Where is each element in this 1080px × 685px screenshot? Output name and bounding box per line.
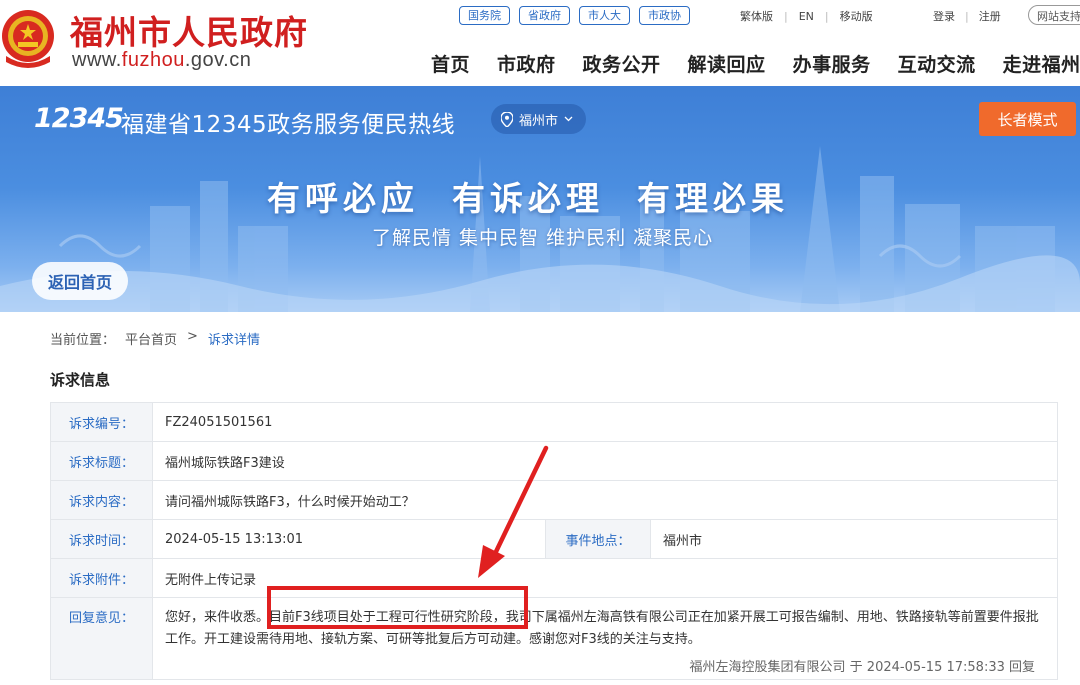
nav-government[interactable]: 市政府 [497,50,556,77]
mobile-link[interactable]: 移动版 [840,8,873,24]
gov-link-npc[interactable]: 市人大 [579,6,630,25]
national-emblem-icon [2,10,54,68]
title-value: 福州城际铁路F3建设 [152,441,1058,481]
breadcrumb: 当前位置： 平台首页 > 诉求详情 [50,329,260,348]
chevron-down-icon [564,116,573,122]
breadcrumb-prefix: 当前位置： [50,333,116,348]
time-label: 诉求时间： [50,519,153,559]
table-row: 诉求附件： 无附件上传记录 [50,558,1058,598]
time-value: 2024-05-15 13:13:01 [152,519,546,559]
attachment-label: 诉求附件： [50,558,153,598]
back-home-button[interactable]: 返回首页 [32,262,128,300]
attachment-value: 无附件上传记录 [152,558,1058,598]
location-pin-icon [501,111,513,127]
site-url: www.fuzhou.gov.cn [72,49,252,71]
reply-cell: 您好，来件收悉。目前F3线项目处于工程可行性研究阶段，我司下属福州左海高铁有限公… [152,597,1058,680]
nav-interpretation[interactable]: 解读回应 [688,50,766,77]
login-link[interactable]: 登录 [933,8,955,24]
content-label: 诉求内容： [50,480,153,520]
section-title: 诉求信息 [50,371,111,389]
hotline-banner: 12345 福建省12345政务服务便民热线 福州市 长者模式 有呼必应 有诉必… [0,86,1080,312]
table-row: 诉求标题： 福州城际铁路F3建设 [50,441,1058,481]
gov-link-state-council[interactable]: 国务院 [459,6,510,25]
nav-about-fuzhou[interactable]: 走进福州 [1003,50,1080,77]
table-row: 诉求编号： FZ24051501561 [50,402,1058,442]
site-header: 福州市人民政府 www.fuzhou.gov.cn 国务院 省政府 市人大 市政… [0,0,1080,86]
site-search-pill[interactable]: 网站支持 [1028,5,1080,25]
hotline-title: 福建省12345政务服务便民热线 [121,112,456,138]
site-title: 福州市人民政府 [70,13,308,52]
table-row: 诉求内容： 请问福州城际铁路F3，什么时候开始动工？ [50,480,1058,520]
gov-links: 国务院 省政府 市人大 市政协 [459,6,690,25]
reply-text: 您好，来件收悉。目前F3线项目处于工程可行性研究阶段，我司下属福州左海高铁有限公… [165,610,1039,647]
nav-services[interactable]: 办事服务 [793,50,871,77]
divider: | [824,9,829,23]
location-value: 福州市 [650,519,1058,559]
utility-links: 繁体版 | EN | 移动版 [740,8,873,24]
divider: | [784,9,788,23]
location-label: 事件地点： [545,519,651,559]
reply-signature: 福州左海控股集团有限公司 于 2024-05-15 17:58:33 回复 [689,660,1035,675]
main-nav: 首页 市政府 政务公开 解读回应 办事服务 互动交流 走进福州 [431,50,1080,77]
reply-label: 回复意见： [50,597,153,680]
hotline-logo: 12345 [34,103,124,134]
banner-subslogan: 了解民情 集中民智 维护民利 凝聚民心 [372,227,714,249]
banner-slogan: 有呼必应 有诉必理 有理必果 [267,179,789,218]
id-label: 诉求编号： [50,402,153,442]
city-selector-label: 福州市 [519,113,559,129]
english-link[interactable]: EN [799,10,814,23]
title-label: 诉求标题： [50,441,153,481]
gov-link-province[interactable]: 省政府 [519,6,570,25]
traditional-chinese-link[interactable]: 繁体版 [740,8,773,24]
breadcrumb-home[interactable]: 平台首页 [125,329,177,348]
table-row: 诉求时间： 2024-05-15 13:13:01 事件地点： 福州市 [50,519,1058,559]
nav-home[interactable]: 首页 [431,50,470,77]
gov-link-cppcc[interactable]: 市政协 [639,6,690,25]
city-selector[interactable]: 福州市 [491,104,586,134]
nav-public-affairs[interactable]: 政务公开 [583,50,661,77]
id-value: FZ24051501561 [152,402,1058,442]
register-link[interactable]: 注册 [979,8,1001,24]
table-row: 回复意见： 您好，来件收悉。目前F3线项目处于工程可行性研究阶段，我司下属福州左… [50,597,1058,680]
nav-interaction[interactable]: 互动交流 [898,50,976,77]
elder-mode-button[interactable]: 长者模式 [979,102,1076,136]
breadcrumb-current: 诉求详情 [207,333,260,348]
divider: | [965,9,969,23]
account-links: 登录 | 注册 [933,8,1001,24]
content-value: 请问福州城际铁路F3，什么时候开始动工？ [152,480,1058,520]
complaint-detail-table: 诉求编号： FZ24051501561 诉求标题： 福州城际铁路F3建设 诉求内… [50,402,1058,680]
breadcrumb-separator: > [187,329,198,344]
